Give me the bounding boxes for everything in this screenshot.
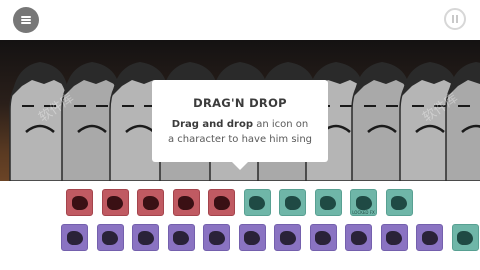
- melody-sound-button[interactable]: [274, 224, 301, 251]
- melody-icon: [137, 230, 154, 245]
- melody-sound-button[interactable]: [167, 224, 195, 251]
- drag-drop-tooltip: DRAG'N DROP Drag and drop an icon on a c…: [152, 80, 328, 170]
- melody-icon: [66, 230, 83, 245]
- melody-sound-button[interactable]: [203, 224, 230, 251]
- effect-icon: [284, 195, 301, 210]
- character[interactable]: [9, 62, 71, 181]
- beat-icon: [107, 195, 123, 210]
- effect-icon: [355, 195, 372, 210]
- beat-icon: [213, 195, 230, 210]
- beat-sound-button[interactable]: [137, 189, 164, 216]
- effect-sound-button[interactable]: [314, 189, 342, 216]
- melody-sound-button[interactable]: [380, 224, 408, 251]
- melody-icon: [173, 230, 189, 245]
- voice-sound-button[interactable]: [451, 224, 479, 251]
- melody-sound-button[interactable]: [416, 224, 443, 251]
- melody-icon: [315, 230, 331, 245]
- beat-icon: [178, 195, 194, 210]
- melody-sound-button[interactable]: [345, 224, 372, 251]
- effect-sound-button[interactable]: LOCKED FX: [350, 189, 377, 216]
- pause-icon: [452, 15, 458, 23]
- tooltip-title: DRAG'N DROP: [193, 96, 287, 110]
- melody-icon: [350, 230, 367, 245]
- tooltip-body: Drag and drop an icon on a character to …: [152, 117, 328, 147]
- melody-sound-button[interactable]: [132, 224, 159, 251]
- effect-icon: [249, 195, 265, 210]
- melody-icon: [386, 230, 402, 245]
- tooltip-text-1: an icon on: [253, 119, 309, 130]
- beat-icon: [71, 195, 88, 210]
- beat-sound-button[interactable]: [172, 189, 200, 216]
- melody-icon: [102, 230, 118, 245]
- hamburger-icon: [21, 16, 31, 24]
- effect-sound-button[interactable]: [385, 189, 413, 216]
- tooltip-text-2: a character to have him sing: [167, 134, 312, 145]
- top-bar: [0, 0, 480, 40]
- pause-button[interactable]: [444, 8, 466, 30]
- effect-icon: [391, 195, 407, 210]
- melody-icon: [208, 230, 225, 245]
- icon-label: LOCKED FX: [352, 210, 375, 215]
- sound-icon-palette: LOCKED FX: [0, 181, 480, 270]
- melody-icon: [421, 230, 438, 245]
- effect-sound-button[interactable]: [279, 189, 306, 216]
- effect-icon: [320, 195, 336, 210]
- melody-icon: [279, 230, 296, 245]
- effect-sound-button[interactable]: [243, 189, 271, 216]
- melody-sound-button[interactable]: [238, 224, 266, 251]
- voice-icon: [457, 230, 473, 245]
- tooltip-bold-text: Drag and drop: [171, 119, 254, 130]
- melody-icon: [244, 230, 260, 245]
- melody-sound-button[interactable]: [309, 224, 337, 251]
- beat-sound-button[interactable]: [208, 189, 235, 216]
- beat-icon: [142, 195, 159, 210]
- melody-sound-button[interactable]: [61, 224, 88, 251]
- melody-sound-button[interactable]: [96, 224, 124, 251]
- beat-sound-button[interactable]: [101, 189, 129, 216]
- beat-sound-button[interactable]: [66, 189, 93, 216]
- menu-button[interactable]: [13, 7, 39, 33]
